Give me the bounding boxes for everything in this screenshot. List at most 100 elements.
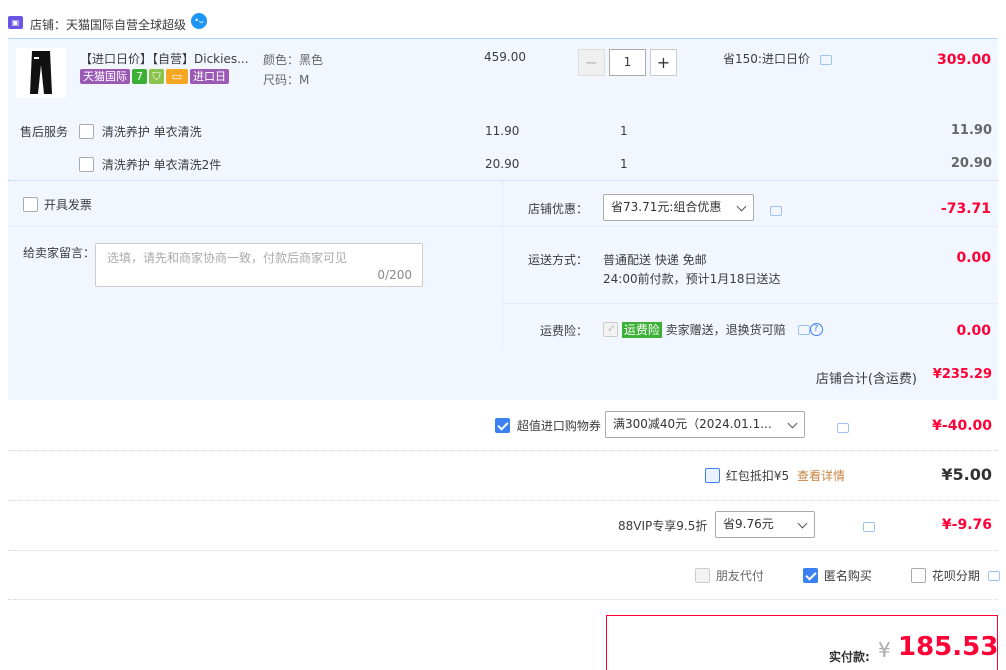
quantity-input[interactable]: 1 xyxy=(609,49,646,76)
message-char-count: 0/200 xyxy=(377,268,412,282)
chevron-down-icon xyxy=(797,518,808,529)
product-badges: 天猫国际 7 ⛉ ▭ 进口日 xyxy=(80,69,231,85)
message-icon[interactable] xyxy=(797,324,810,335)
service-name-2: 清洗养护 单衣清洗2件 xyxy=(101,158,222,172)
coupon-select[interactable]: 满300减40元（2024.01.1... xyxy=(605,411,805,438)
tmall-intl-badge: 天猫国际 xyxy=(80,69,130,84)
product-thumbnail[interactable] xyxy=(16,48,66,98)
divider xyxy=(502,303,998,304)
divider xyxy=(8,450,998,451)
service-price-2: 20.90 xyxy=(485,157,520,171)
anonymous-checkbox[interactable] xyxy=(803,568,818,583)
vip-amount: ¥-9.76 xyxy=(941,517,992,533)
pants-image xyxy=(30,51,52,94)
divider xyxy=(8,550,998,551)
redpacket-amount: ¥5.00 xyxy=(941,465,992,484)
quantity-stepper: − 1 + xyxy=(578,49,677,76)
shop-total-amount: ¥235.29 xyxy=(932,367,992,382)
anonymous-option[interactable]: 匿名购买 xyxy=(803,567,872,584)
service-price-1: 11.90 xyxy=(485,124,520,138)
service-total-1: 11.90 xyxy=(950,123,992,138)
shop-discount-select[interactable]: 省73.71元:组合优惠 xyxy=(603,194,754,221)
coupon-option[interactable]: 超值进口购物券 xyxy=(495,417,601,434)
insurance-option: ✓ 运费险 卖家赠送，退换货可赔 ? xyxy=(603,321,823,338)
coupon-label: 超值进口购物券 xyxy=(516,419,601,433)
sku-color: 颜色：黑色 xyxy=(263,53,324,67)
insurance-checkbox: ✓ xyxy=(603,322,618,337)
redpacket-label: 红包抵扣¥5 xyxy=(725,469,790,483)
message-icon[interactable] xyxy=(987,570,1000,581)
message-label: 给卖家留言： xyxy=(23,246,96,260)
vip-value: 省9.76元 xyxy=(723,517,774,531)
friend-pay-checkbox xyxy=(695,568,710,583)
shop-total-label: 店铺合计(含运费) xyxy=(815,372,917,387)
redpacket-option[interactable]: 红包抵扣¥5 查看详情 xyxy=(705,467,845,484)
shipping-label: 运送方式： xyxy=(528,253,589,267)
huabei-label: 花呗分期 xyxy=(931,569,980,583)
shipping-amount: 0.00 xyxy=(956,250,991,266)
divider xyxy=(8,226,502,227)
sku-info: 颜色：黑色 尺码：M xyxy=(263,50,323,90)
service-option-2[interactable]: 清洗养护 单衣清洗2件 xyxy=(79,156,221,173)
vip-select[interactable]: 省9.76元 xyxy=(715,511,815,538)
shop-discount-value: 省73.71元:组合优惠 xyxy=(611,200,722,214)
friend-pay-option: 朋友代付 xyxy=(695,567,764,584)
insurance-label: 运费险： xyxy=(540,324,589,338)
service-checkbox-1[interactable] xyxy=(79,124,94,139)
huabei-option[interactable]: 花呗分期 xyxy=(911,567,1000,584)
final-currency: ¥ xyxy=(878,638,891,662)
message-icon[interactable] xyxy=(862,521,875,532)
shipping-method: 普通配送 快递 免邮 xyxy=(603,253,707,267)
invoice-checkbox[interactable] xyxy=(23,197,38,212)
invoice-option[interactable]: 开具发票 xyxy=(23,196,92,213)
insurance-amount: 0.00 xyxy=(956,323,991,339)
invoice-label: 开具发票 xyxy=(43,198,92,212)
seller-message-input[interactable]: 选填，请先和商家协商一致，付款后商家可见 0/200 xyxy=(95,243,423,287)
shop-name[interactable]: 店铺：天猫国际自营全球超级 xyxy=(30,16,186,33)
coupon-amount: ¥-40.00 xyxy=(932,418,992,434)
anonymous-label: 匿名购买 xyxy=(823,569,872,583)
unit-price: 459.00 xyxy=(484,50,526,64)
redpacket-detail-link[interactable]: 查看详情 xyxy=(797,469,845,483)
item-promo-text: 省150:进口日价 xyxy=(723,52,810,66)
wangwang-chat-icon[interactable]: •ᴗ xyxy=(191,13,207,29)
shipping-info: 普通配送 快递 免邮 24:00前付款，预计1月18日送达 xyxy=(603,251,781,289)
message-icon[interactable] xyxy=(819,54,832,65)
service-name-1: 清洗养护 单衣清洗 xyxy=(101,125,202,139)
message-icon[interactable] xyxy=(836,422,849,433)
message-icon[interactable] xyxy=(770,205,782,216)
seven-day-return-icon: 7 xyxy=(132,69,147,84)
help-icon[interactable]: ? xyxy=(809,323,823,336)
service-total-2: 20.90 xyxy=(950,156,992,171)
divider xyxy=(8,500,998,501)
chevron-down-icon xyxy=(787,418,798,429)
shield-guarantee-icon: ⛉ xyxy=(149,69,164,84)
sku-size: 尺码：M xyxy=(263,73,310,87)
shop-discount-amount: -73.71 xyxy=(940,201,991,217)
service-checkbox-2[interactable] xyxy=(79,157,94,172)
increase-button[interactable]: + xyxy=(650,49,677,76)
item-total: 309.00 xyxy=(936,52,991,68)
message-placeholder: 选填，请先和商家协商一致，付款后商家可见 xyxy=(107,251,348,265)
product-title[interactable]: 【进口日价】【自营】Dickies... xyxy=(80,50,249,67)
redpacket-checkbox[interactable] xyxy=(705,468,720,483)
service-qty-1: 1 xyxy=(620,124,628,138)
coupon-value: 满300减40元（2024.01.1... xyxy=(613,417,772,431)
coupon-checkbox[interactable] xyxy=(495,418,510,433)
divider xyxy=(8,599,998,600)
insurance-badge: 运费险 xyxy=(621,322,662,338)
final-label: 实付款: xyxy=(829,650,870,664)
vip-label: 88VIP专享9.5折 xyxy=(618,519,708,533)
service-option-1[interactable]: 清洗养护 单衣清洗 xyxy=(79,123,202,140)
import-day-badge: 进口日 xyxy=(190,69,229,84)
divider xyxy=(502,226,998,227)
shop-icon: ▣ xyxy=(8,16,23,29)
service-label: 售后服务 xyxy=(20,125,69,139)
item-promo: 省150:进口日价 xyxy=(723,50,832,67)
huabei-checkbox[interactable] xyxy=(911,568,926,583)
shipping-eta: 24:00前付款，预计1月18日送达 xyxy=(603,272,781,286)
friend-pay-label: 朋友代付 xyxy=(715,569,764,583)
shop-discount-label: 店铺优惠： xyxy=(528,202,589,216)
decrease-button[interactable]: − xyxy=(578,49,605,76)
chevron-down-icon xyxy=(736,201,747,212)
